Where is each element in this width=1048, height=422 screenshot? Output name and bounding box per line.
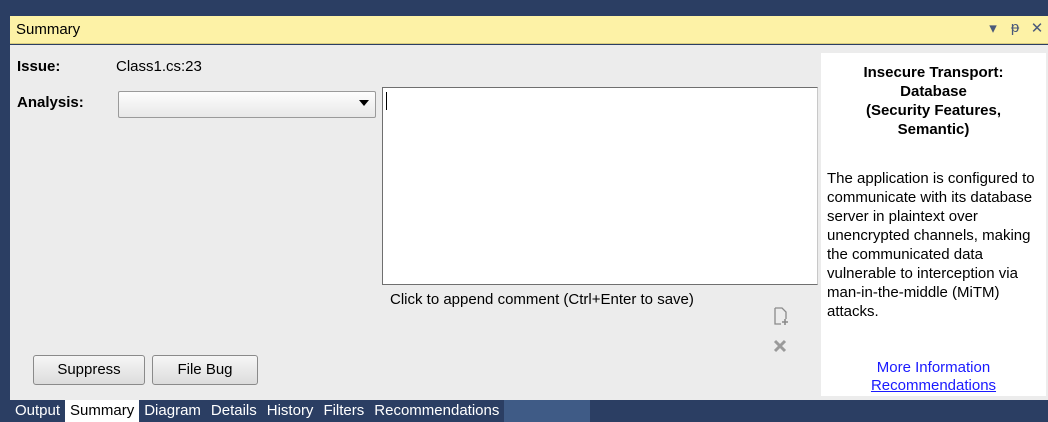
analysis-dropdown[interactable] bbox=[118, 91, 376, 118]
chevron-down-icon bbox=[359, 100, 369, 106]
issue-description: The application is configured to communi… bbox=[827, 170, 1035, 320]
analysis-label: Analysis: bbox=[17, 94, 84, 111]
issue-details-pane: Insecure Transport: Database (Security F… bbox=[821, 53, 1046, 396]
append-comment-hint[interactable]: Click to append comment (Ctrl+Enter to s… bbox=[390, 291, 694, 308]
text-caret bbox=[386, 92, 387, 110]
panel-titlebar: Summary ▾ ᵽ ✕ bbox=[10, 16, 1048, 44]
recommendations-link[interactable]: Recommendations bbox=[821, 377, 1046, 394]
file-bug-button[interactable]: File Bug bbox=[152, 355, 258, 385]
add-comment-icon[interactable] bbox=[773, 307, 789, 330]
close-icon[interactable]: ✕ bbox=[1030, 19, 1044, 37]
comment-textarea[interactable] bbox=[382, 87, 818, 285]
more-information-link[interactable]: More Information bbox=[821, 359, 1046, 376]
tab-filters[interactable]: Filters bbox=[318, 400, 369, 422]
issue-value: Class1.cs:23 bbox=[116, 58, 202, 75]
tab-output[interactable]: Output bbox=[10, 400, 65, 422]
bottom-tabs: Output Summary Diagram Details History F… bbox=[10, 400, 505, 422]
summary-panel: Summary ▾ ᵽ ✕ Issue: Class1.cs:23 Analys… bbox=[10, 0, 1048, 422]
summary-content: Issue: Class1.cs:23 Analysis: Click to a… bbox=[10, 45, 1048, 400]
tab-details[interactable]: Details bbox=[206, 400, 262, 422]
panel-title: Summary bbox=[16, 21, 81, 38]
suppress-button[interactable]: Suppress bbox=[33, 355, 145, 385]
delete-comment-icon[interactable] bbox=[773, 337, 787, 358]
dropdown-icon[interactable]: ▾ bbox=[986, 19, 1000, 37]
issue-label: Issue: bbox=[17, 58, 61, 75]
window-controls: ▾ ᵽ ✕ bbox=[986, 19, 1044, 37]
tab-recommendations[interactable]: Recommendations bbox=[369, 400, 504, 422]
pin-icon[interactable]: ᵽ bbox=[1008, 19, 1022, 37]
tab-diagram[interactable]: Diagram bbox=[139, 400, 206, 422]
tab-history[interactable]: History bbox=[262, 400, 319, 422]
issue-category-heading: Insecure Transport: Database (Security F… bbox=[863, 64, 1004, 138]
tab-summary[interactable]: Summary bbox=[65, 400, 140, 422]
